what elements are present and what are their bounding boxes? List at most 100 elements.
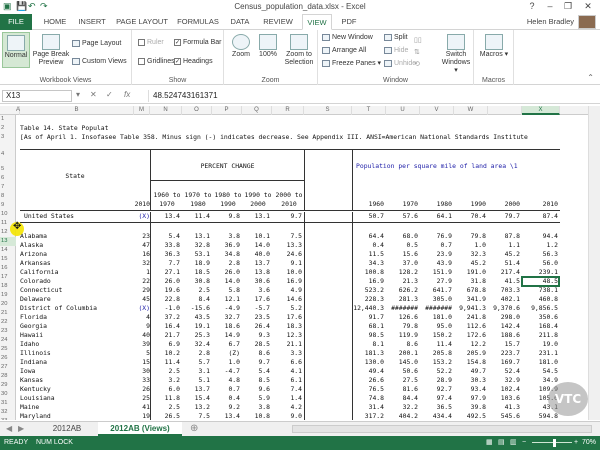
density-year-1960[interactable]: 1960: [352, 200, 384, 209]
state-pct-cell[interactable]: 32.8: [182, 241, 210, 250]
note-cell[interactable]: [As of April 1. Insofasee Table 358. Min…: [20, 133, 588, 142]
state-pct-cell[interactable]: 30.6: [242, 277, 270, 286]
row-header-14[interactable]: 14: [0, 246, 16, 255]
state-pct-cell[interactable]: (Z): [212, 349, 240, 358]
state-pct-cell[interactable]: 14.0: [242, 241, 270, 250]
state-rank-cell[interactable]: 19: [130, 412, 150, 420]
selected-cell[interactable]: [521, 276, 560, 287]
row-header-5[interactable]: 5: [0, 165, 16, 174]
state-pct-cell[interactable]: 26.0: [212, 268, 240, 277]
state-name-cell[interactable]: Georgia: [20, 322, 130, 331]
state-density-cell[interactable]: 87.8: [488, 232, 520, 241]
state-rank-cell[interactable]: 32: [130, 259, 150, 268]
state-name-cell[interactable]: District of Columbia: [20, 304, 130, 313]
state-density-cell[interactable]: 678.8: [454, 286, 486, 295]
state-density-cell[interactable]: 181.3: [352, 349, 384, 358]
next-sheet-icon[interactable]: ▶: [18, 422, 24, 436]
row-header-33[interactable]: 33: [0, 417, 16, 420]
state-pct-cell[interactable]: 32.4: [182, 340, 210, 349]
state-pct-cell[interactable]: 22.8: [150, 295, 180, 304]
zoom-to-selection-button[interactable]: Zoom to Selection: [282, 34, 316, 67]
state-density-cell[interactable]: 26.6: [352, 376, 384, 385]
row-header-4[interactable]: 4: [0, 150, 16, 159]
row-header-29[interactable]: 29: [0, 381, 16, 390]
state-density-cell[interactable]: 23.9: [420, 250, 452, 259]
reset-window-icon[interactable]: ⟲: [414, 60, 420, 69]
state-pct-cell[interactable]: 17.6: [272, 313, 302, 322]
state-pct-cell[interactable]: 53.1: [182, 250, 210, 259]
state-name-cell[interactable]: Idaho: [20, 340, 130, 349]
state-pct-cell[interactable]: 28.5: [242, 340, 270, 349]
state-header[interactable]: State: [20, 172, 130, 181]
state-pct-cell[interactable]: 18.3: [272, 322, 302, 331]
state-density-cell[interactable]: 11.4: [420, 340, 452, 349]
state-pct-cell[interactable]: 10.1: [242, 232, 270, 241]
state-density-cell[interactable]: 68.1: [352, 322, 384, 331]
state-density-cell[interactable]: 8.6: [386, 340, 418, 349]
state-name-cell[interactable]: Florida: [20, 313, 130, 322]
state-pct-cell[interactable]: 9.0: [272, 412, 302, 420]
state-name-cell[interactable]: Maryland: [20, 412, 130, 420]
row-header-9[interactable]: 9: [0, 201, 16, 210]
state-density-cell[interactable]: 402.1: [488, 295, 520, 304]
state-density-cell[interactable]: #######: [386, 304, 418, 313]
new-window-button[interactable]: New Window: [322, 33, 373, 42]
state-density-cell[interactable]: 95.0: [420, 322, 452, 331]
row-header-26[interactable]: 26: [0, 354, 16, 363]
state-density-cell[interactable]: 172.6: [454, 331, 486, 340]
state-pct-cell[interactable]: 36.3: [150, 250, 180, 259]
state-name-cell[interactable]: Indiana: [20, 358, 130, 367]
enter-icon[interactable]: ✓: [106, 90, 113, 99]
state-rank-cell[interactable]: 22: [130, 277, 150, 286]
us-density-cell[interactable]: 57.6: [386, 212, 418, 221]
state-pct-cell[interactable]: 13.2: [182, 403, 210, 412]
column-header-x[interactable]: X: [522, 106, 560, 115]
row-header-27[interactable]: 27: [0, 363, 16, 372]
state-density-cell[interactable]: 31.4: [352, 403, 384, 412]
state-pct-cell[interactable]: 19.6: [150, 286, 180, 295]
macros-button[interactable]: Macros ▾: [478, 34, 510, 59]
state-rank-cell[interactable]: 47: [130, 241, 150, 250]
state-pct-cell[interactable]: 3.3: [272, 349, 302, 358]
us-density-cell[interactable]: 70.4: [454, 212, 486, 221]
state-pct-cell[interactable]: 5.4: [242, 367, 270, 376]
collapse-ribbon-icon[interactable]: ⌃: [587, 73, 594, 82]
state-pct-cell[interactable]: 13.4: [212, 412, 240, 420]
state-density-cell[interactable]: 1.2: [522, 241, 558, 250]
state-density-cell[interactable]: 350.6: [522, 313, 558, 322]
state-rank-cell[interactable]: 45: [130, 295, 150, 304]
column-header-n[interactable]: N: [150, 106, 182, 115]
close-button[interactable]: ✕: [580, 0, 596, 13]
state-pct-cell[interactable]: 4.8: [212, 376, 240, 385]
period-header-4[interactable]: 2000 to: [274, 191, 304, 200]
state-pct-cell[interactable]: 1.0: [212, 358, 240, 367]
row-header-16[interactable]: 16: [0, 264, 16, 273]
state-density-cell[interactable]: 30.3: [454, 376, 486, 385]
state-density-cell[interactable]: 169.7: [488, 358, 520, 367]
state-density-cell[interactable]: 492.5: [454, 412, 486, 420]
state-pct-cell[interactable]: -5.7: [242, 304, 270, 313]
state-rank-cell[interactable]: 33: [130, 376, 150, 385]
state-density-cell[interactable]: 738.1: [522, 286, 558, 295]
state-density-cell[interactable]: 153.2: [420, 358, 452, 367]
ruler-checkbox[interactable]: Ruler: [138, 38, 164, 47]
state-pct-cell[interactable]: 3.6: [242, 286, 270, 295]
state-density-cell[interactable]: 205.8: [420, 349, 452, 358]
tab-review[interactable]: REVIEW: [258, 14, 298, 30]
state-density-cell[interactable]: 43.9: [420, 259, 452, 268]
us-code-cell[interactable]: (X): [130, 212, 150, 221]
sheet-tab-2012ab[interactable]: 2012AB: [38, 422, 96, 436]
state-density-cell[interactable]: 32.2: [386, 403, 418, 412]
state-density-cell[interactable]: 34.9: [522, 376, 558, 385]
state-name-cell[interactable]: Connecticut: [20, 286, 130, 295]
column-header-o[interactable]: O: [182, 106, 212, 115]
zoom-level[interactable]: 70%: [582, 436, 596, 450]
row-header-25[interactable]: 25: [0, 345, 16, 354]
state-density-cell[interactable]: 102.4: [488, 385, 520, 394]
tab-formulas[interactable]: FORMULAS: [174, 14, 222, 30]
state-density-cell[interactable]: 76.5: [352, 385, 384, 394]
state-density-cell[interactable]: 31.8: [454, 277, 486, 286]
state-density-cell[interactable]: 15.6: [386, 250, 418, 259]
state-density-cell[interactable]: 51.4: [488, 259, 520, 268]
state-pct-cell[interactable]: 33.8: [150, 241, 180, 250]
